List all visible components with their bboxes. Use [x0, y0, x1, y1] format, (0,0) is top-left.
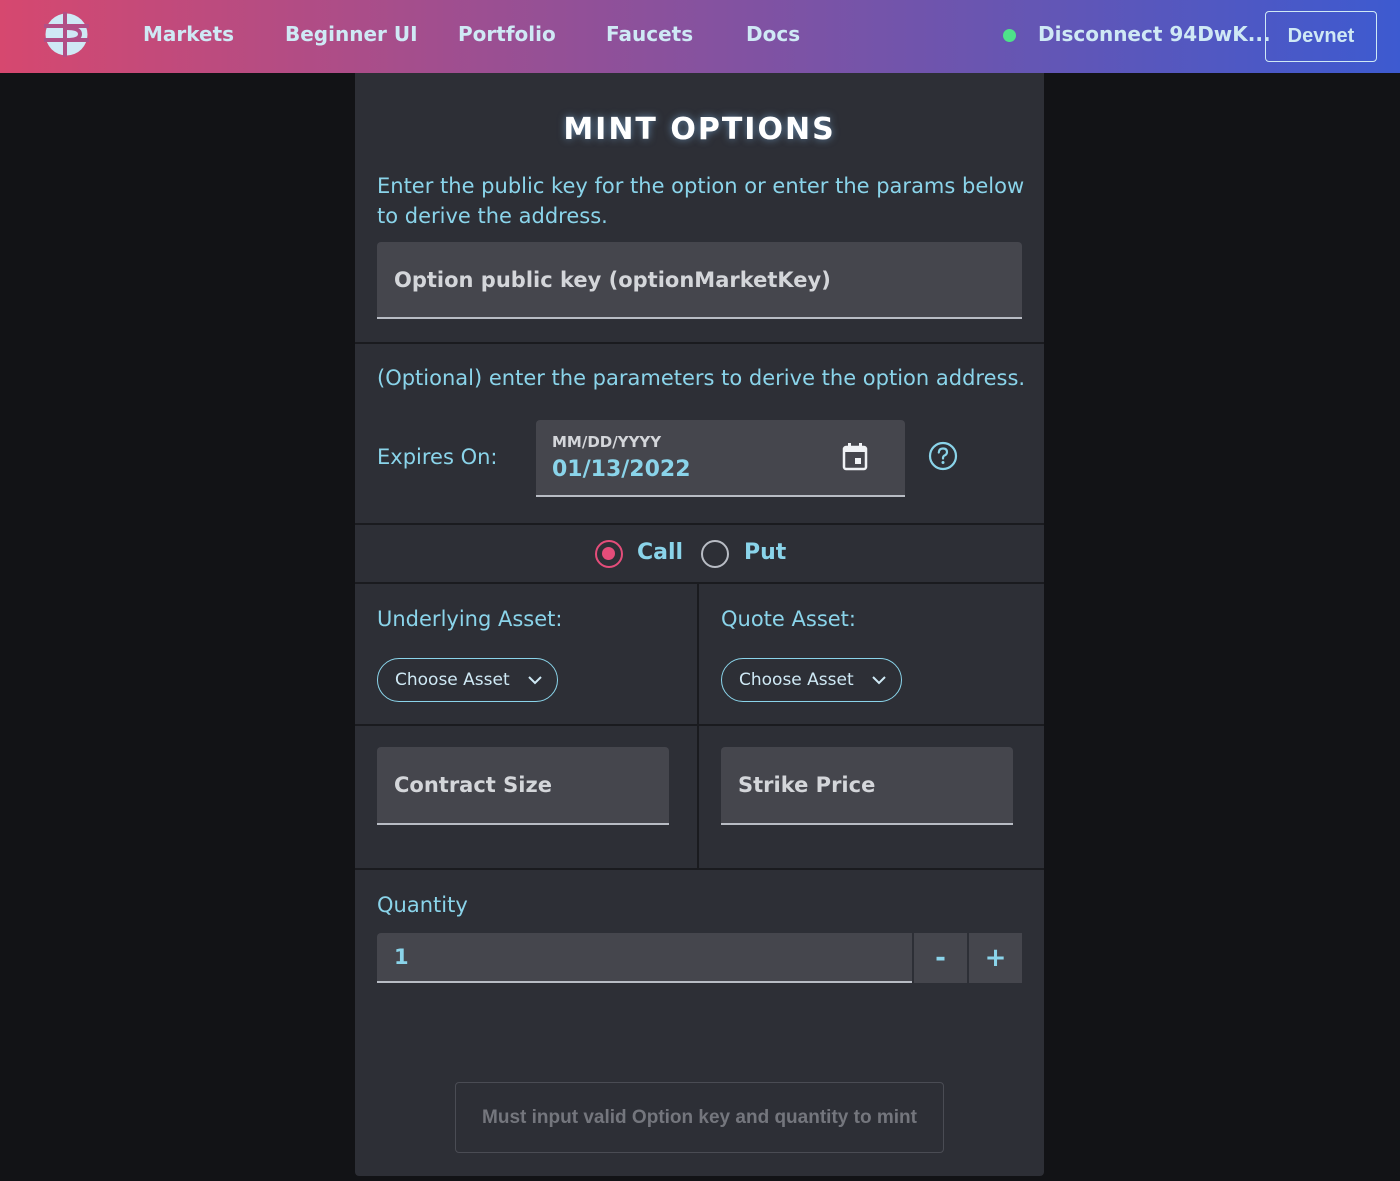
section-divider: [355, 868, 1044, 870]
put-radio-label[interactable]: Put: [744, 540, 786, 565]
expiration-date-input[interactable]: MM/DD/YYYY 01/13/2022: [536, 420, 905, 497]
date-value: 01/13/2022: [552, 457, 691, 482]
network-select-button[interactable]: Devnet: [1265, 11, 1377, 62]
top-navbar: Markets Beginner UI Portfolio Faucets Do…: [0, 0, 1400, 73]
underlying-asset-label: Underlying Asset:: [377, 607, 563, 631]
quantity-increment-button[interactable]: +: [969, 933, 1022, 983]
nav-link-beginner-ui[interactable]: Beginner UI: [285, 22, 418, 46]
nav-link-faucets[interactable]: Faucets: [606, 22, 693, 46]
description-text: Enter the public key for the option or e…: [377, 174, 1025, 228]
section-divider: [355, 724, 1044, 726]
psyoptions-logo-icon[interactable]: [44, 12, 89, 57]
quote-asset-label: Quote Asset:: [721, 607, 856, 631]
optional-hint-text: (Optional) enter the parameters to deriv…: [377, 366, 1026, 390]
call-radio[interactable]: [595, 540, 623, 568]
underlying-asset-select-label: Choose Asset: [395, 670, 510, 690]
underlying-asset-select[interactable]: Choose Asset: [377, 658, 558, 702]
chevron-down-icon: [528, 676, 542, 685]
connection-status-dot: [1003, 29, 1016, 42]
quote-asset-select[interactable]: Choose Asset: [721, 658, 902, 702]
quote-asset-select-label: Choose Asset: [739, 670, 854, 690]
quantity-label: Quantity: [377, 893, 468, 917]
chevron-down-icon: [872, 676, 886, 685]
help-icon[interactable]: [928, 441, 958, 471]
call-radio-label[interactable]: Call: [637, 540, 683, 565]
quantity-decrement-button[interactable]: -: [914, 933, 967, 983]
date-format-caption: MM/DD/YYYY: [552, 433, 662, 451]
quantity-input[interactable]: 1: [377, 933, 912, 983]
nav-link-docs[interactable]: Docs: [746, 22, 800, 46]
option-key-input[interactable]: Option public key (optionMarketKey): [377, 242, 1022, 319]
mint-submit-button[interactable]: Must input valid Option key and quantity…: [455, 1082, 944, 1153]
section-divider: [355, 582, 1044, 584]
section-divider: [355, 523, 1044, 525]
nav-link-markets[interactable]: Markets: [143, 22, 234, 46]
put-radio[interactable]: [701, 540, 729, 568]
disconnect-wallet-button[interactable]: Disconnect 94DwK...: [1038, 22, 1271, 46]
contract-size-input[interactable]: Contract Size: [377, 747, 669, 825]
strike-price-input[interactable]: Strike Price: [721, 747, 1013, 825]
column-divider: [697, 582, 699, 869]
page-title: MINT OPTIONS: [563, 112, 836, 147]
section-divider: [355, 342, 1044, 344]
nav-link-portfolio[interactable]: Portfolio: [458, 22, 556, 46]
expires-on-label: Expires On:: [377, 445, 498, 469]
calendar-icon[interactable]: [841, 442, 869, 472]
